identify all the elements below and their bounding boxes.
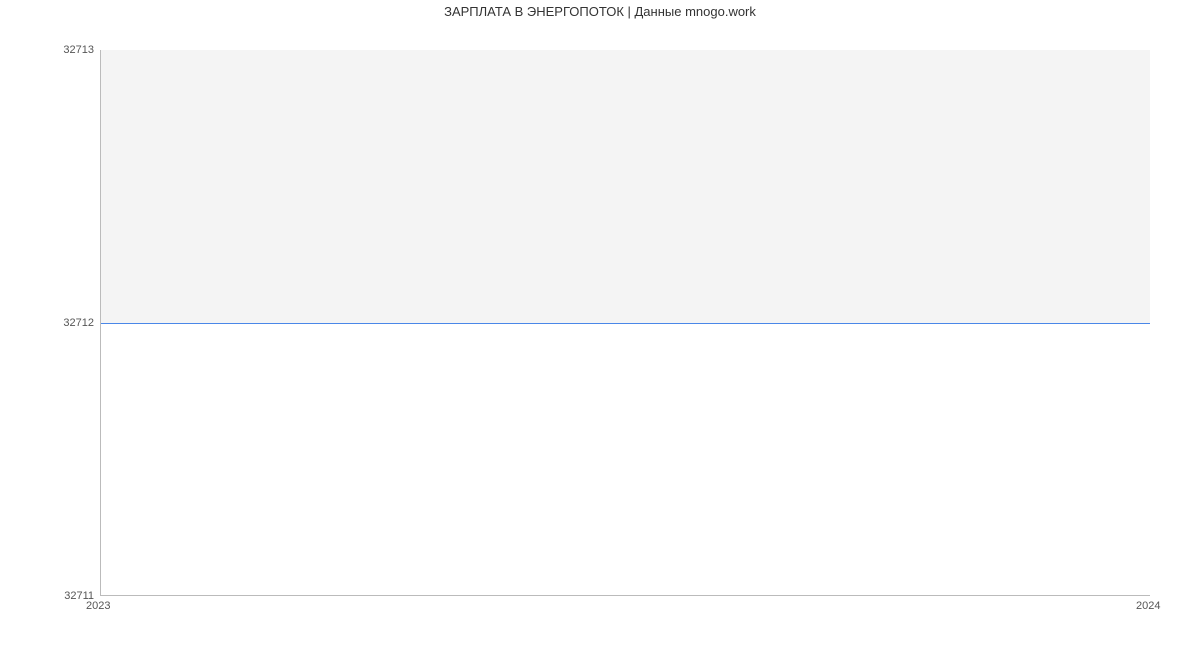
x-tick-label: 2024 [1136,600,1160,612]
shaded-band [101,50,1150,323]
x-tick-label: 2023 [86,600,110,612]
chart-title: ЗАРПЛАТА В ЭНЕРГОПОТОК | Данные mnogo.wo… [0,4,1200,19]
x-axis-line [100,595,1150,596]
y-tick-label: 32712 [63,317,94,329]
y-tick-label: 32713 [63,44,94,56]
chart-container: ЗАРПЛАТА В ЭНЕРГОПОТОК | Данные mnogo.wo… [0,0,1200,650]
y-axis-line [100,50,101,596]
data-series-line [100,323,1150,324]
plot-area [100,50,1150,596]
